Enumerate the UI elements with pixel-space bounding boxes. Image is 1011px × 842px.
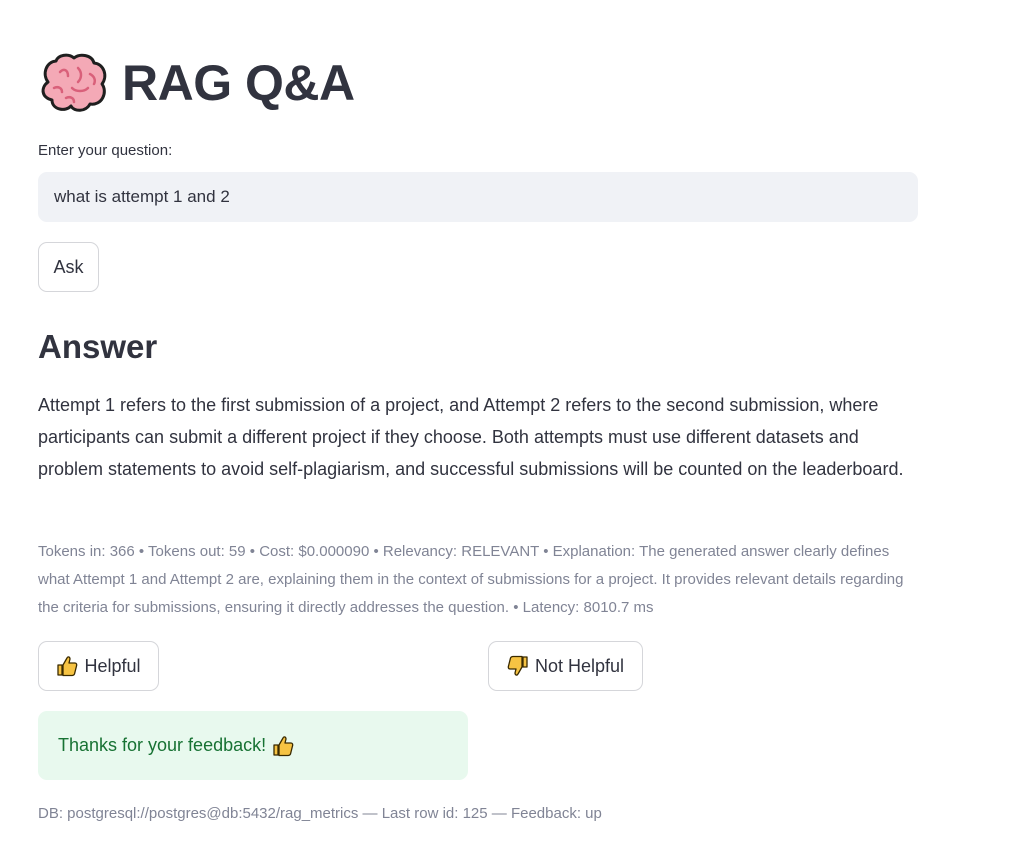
answer-text: Attempt 1 refers to the first submission… xyxy=(38,395,904,479)
helpful-button[interactable]: Helpful xyxy=(38,641,159,691)
success-message: Thanks for your feedback! xyxy=(58,735,267,755)
title-row: RAG Q&A xyxy=(38,50,355,116)
app-page: RAG Q&A Enter your question: Ask Answer … xyxy=(0,0,1011,842)
ask-button[interactable]: Ask xyxy=(38,242,99,292)
db-caption: DB: postgresql://postgres@db:5432/rag_me… xyxy=(38,805,602,822)
answer-metrics: Tokens in: 366 • Tokens out: 59 • Cost: … xyxy=(38,543,904,616)
answer-heading: Answer xyxy=(38,328,158,365)
helpful-button-label: Helpful xyxy=(84,655,141,676)
question-label: Enter your question: xyxy=(38,142,173,159)
not-helpful-button-label: Not Helpful xyxy=(534,655,625,676)
not-helpful-button[interactable]: Not Helpful xyxy=(488,641,643,691)
page-title: RAG Q&A xyxy=(122,55,355,111)
thumbs-up-icon xyxy=(273,735,294,756)
thumbs-down-icon xyxy=(507,655,528,676)
ask-button-label: Ask xyxy=(53,256,84,277)
thumbs-up-icon xyxy=(57,656,78,677)
success-alert: Thanks for your feedback! xyxy=(38,711,468,780)
brain-icon xyxy=(41,53,107,112)
question-input[interactable] xyxy=(38,172,918,222)
